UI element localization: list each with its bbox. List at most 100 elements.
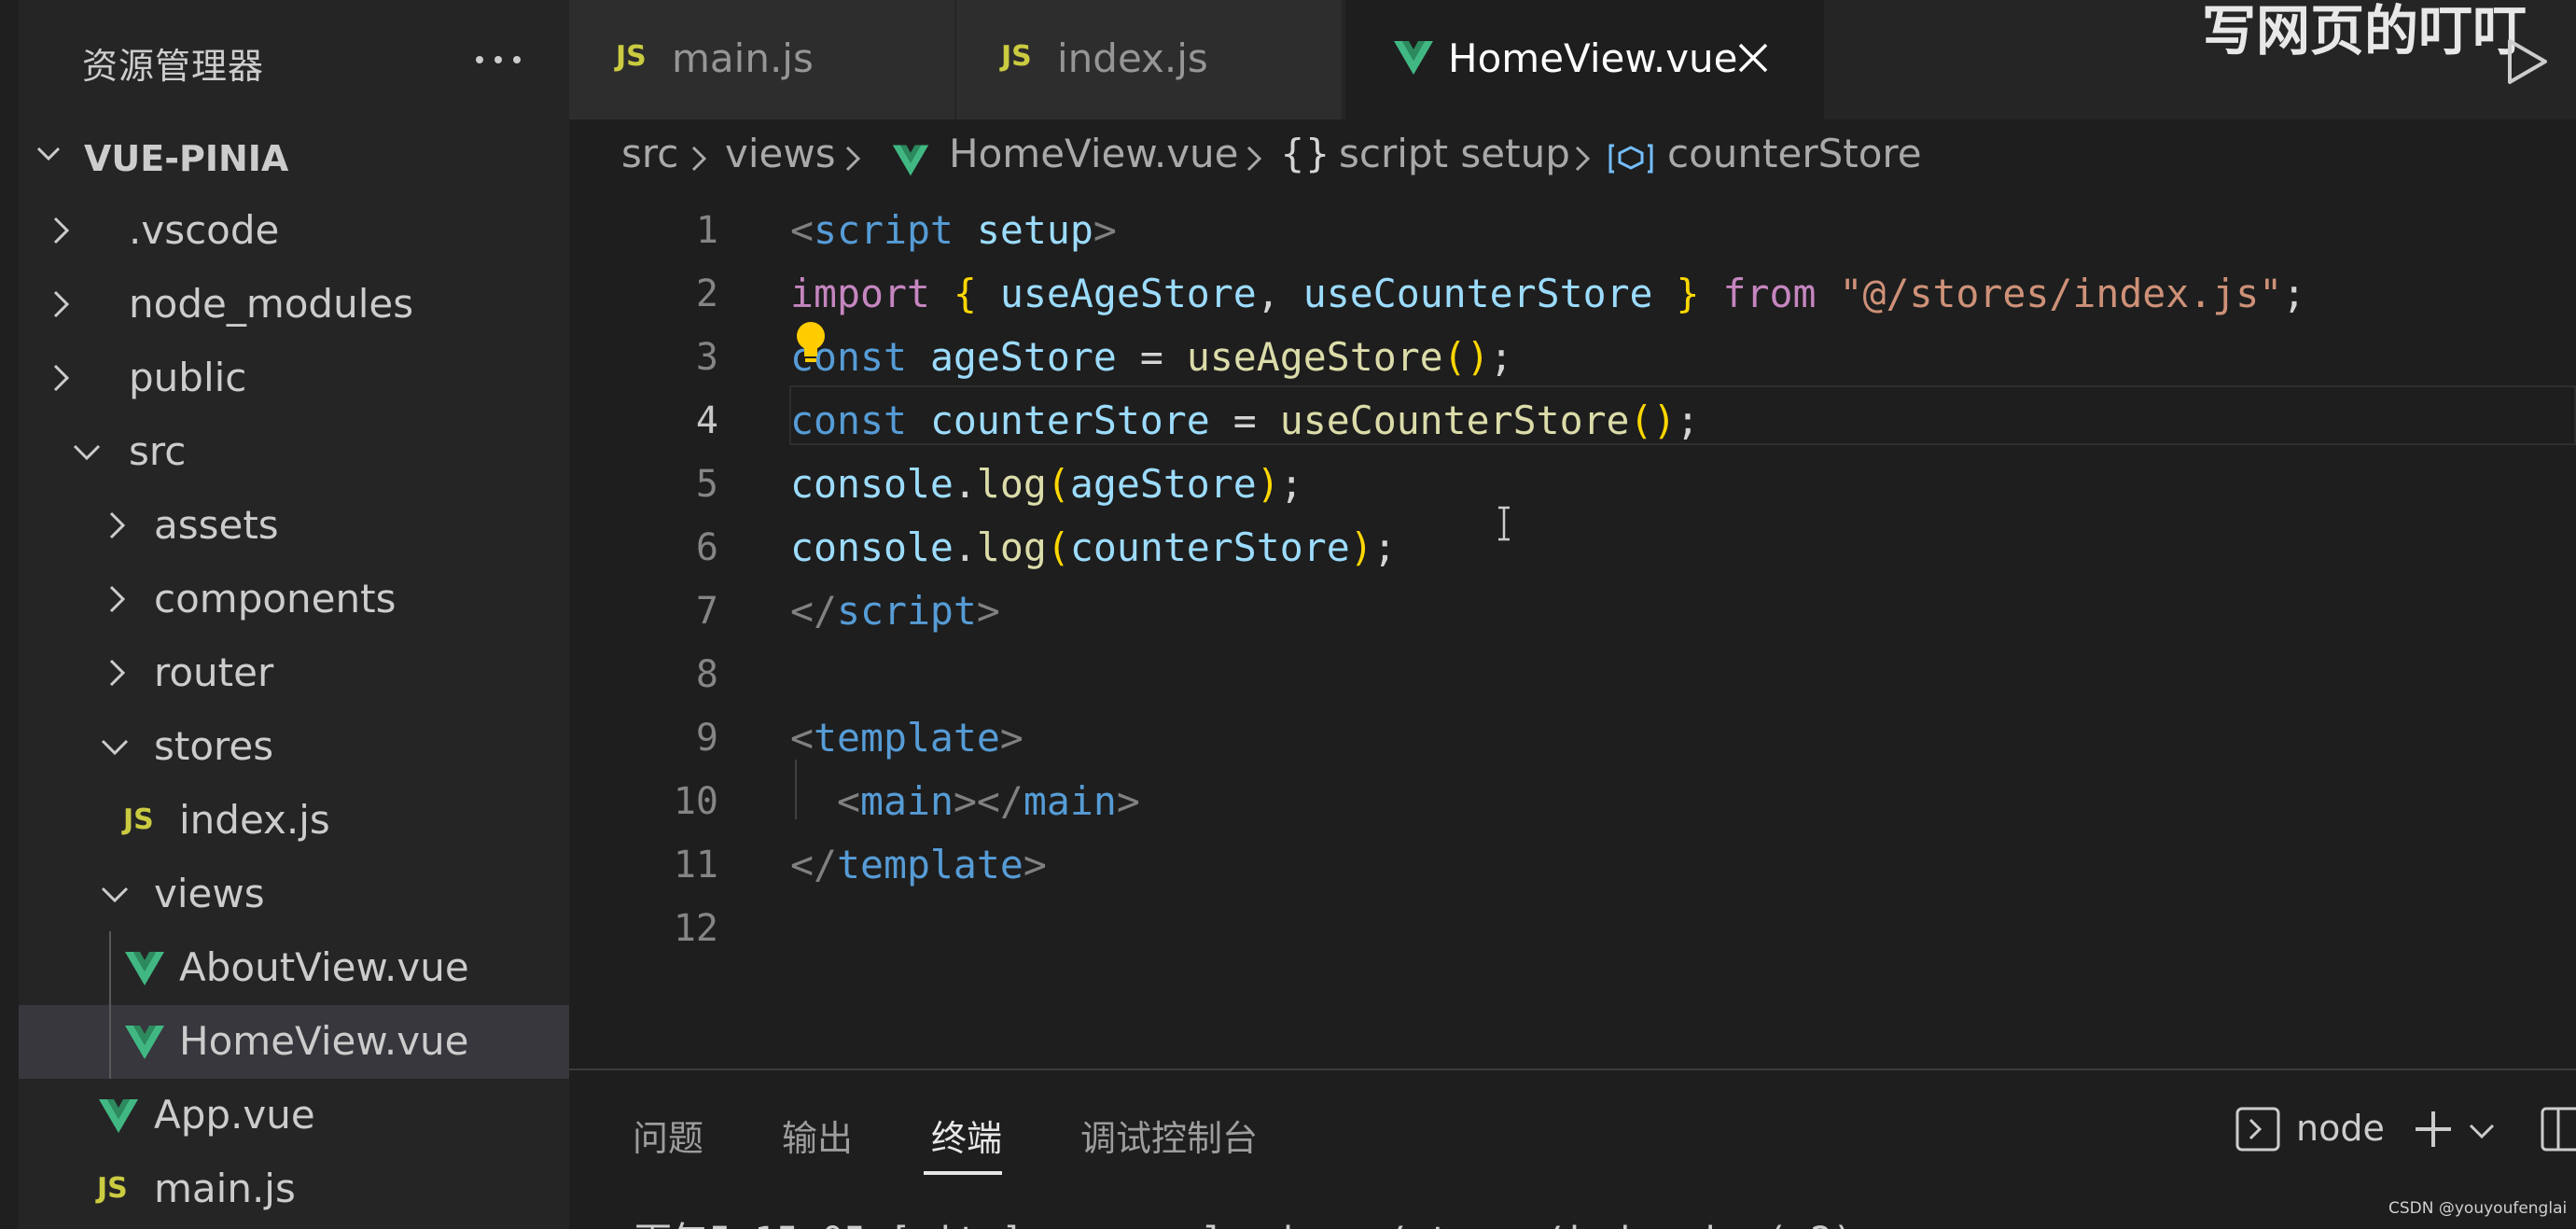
watermark: 写网页的叮叮: [2202, 0, 2527, 63]
explorer-sidebar: 资源管理器 VUE-PINIA .vscode node_modules pub…: [0, 0, 569, 1229]
breadcrumb-item-counterstore[interactable]: counterStore: [1667, 131, 1922, 176]
text-cursor-icon: [1498, 506, 1510, 541]
tree-item-label: node_modules: [129, 281, 414, 327]
lightbulb-icon[interactable]: [791, 319, 830, 368]
tree-item-label: App.vue: [154, 1092, 315, 1138]
chevron-down-icon: [36, 147, 61, 161]
vue-file-icon: [99, 1099, 138, 1133]
tree-item-label: src: [129, 428, 187, 474]
code-line-5: console.log(ageStore);: [790, 461, 1303, 507]
vue-file-icon: [892, 145, 929, 176]
chevron-right-icon: [691, 146, 707, 172]
tab-index-js[interactable]: JS index.js: [956, 0, 1344, 119]
line-number: 8: [695, 653, 718, 696]
tab-label: index.js: [1057, 35, 1208, 81]
plus-icon[interactable]: [2412, 1108, 2455, 1151]
line-number: 3: [695, 336, 718, 379]
variable-icon: [1608, 144, 1653, 174]
code-line-7: </script>: [790, 588, 1000, 634]
tree-item-main-js[interactable]: JS main.js: [19, 1152, 569, 1226]
tree-item-views[interactable]: views: [19, 858, 569, 931]
explorer-title: 资源管理器: [82, 46, 265, 87]
breadcrumb-item-script-setup[interactable]: script setup: [1339, 131, 1570, 176]
tab-terminal[interactable]: 终端: [931, 1110, 1002, 1161]
tree-item-app-vue[interactable]: App.vue: [19, 1079, 569, 1152]
tab-main-js[interactable]: JS main.js: [569, 0, 956, 119]
chevron-down-icon[interactable]: [2468, 1121, 2496, 1141]
tree-item-assets[interactable]: assets: [19, 489, 569, 563]
tree-item-index-js[interactable]: JS index.js: [19, 784, 569, 858]
breadcrumb-item-src[interactable]: src: [621, 131, 678, 176]
tree-item-label: views: [154, 871, 265, 916]
line-number: 7: [695, 590, 718, 633]
chevron-right-icon: [53, 290, 70, 318]
tab-debug-console[interactable]: 调试控制台: [1080, 1110, 1258, 1161]
line-number: 1: [695, 209, 718, 252]
explorer-header: 资源管理器: [19, 0, 569, 121]
tab-problems[interactable]: 问题: [633, 1110, 703, 1161]
credit-watermark: CSDN @youyoufenglai: [2388, 1199, 2568, 1218]
tree-item-label: public: [129, 355, 247, 400]
braces-icon: {}: [1280, 131, 1330, 176]
chevron-right-icon: [1575, 146, 1591, 172]
chevron-right-icon: [1246, 146, 1262, 172]
tree-item-stores[interactable]: stores: [19, 710, 569, 784]
vue-file-icon: [1394, 41, 1433, 75]
chevron-right-icon: [53, 216, 70, 244]
bottom-panel: 问题 输出 终端 调试控制台 node 下午5:15:05 [vite] pag…: [569, 1068, 2576, 1229]
breadcrumb: src views HomeView.vue {} script setup c…: [569, 119, 2576, 196]
tree-item-label: stores: [154, 723, 274, 769]
tab-label: main.js: [672, 35, 814, 81]
tree-item-homeview-vue[interactable]: HomeView.vue: [19, 1005, 569, 1079]
tab-label: HomeView.vue: [1448, 35, 1738, 81]
code-line-10: <main></main>: [836, 778, 1140, 824]
code-line-4: const counterStore = useCounterStore();: [790, 398, 1700, 443]
tree-item-label: assets: [154, 502, 279, 548]
breadcrumb-item-file[interactable]: HomeView.vue: [949, 131, 1239, 176]
line-number: 6: [695, 526, 718, 569]
tree-item-node-modules[interactable]: node_modules: [19, 268, 569, 342]
js-file-icon: JS: [123, 803, 154, 836]
line-number: 2: [695, 272, 718, 315]
tree-item-label: .vscode: [129, 207, 280, 253]
tab-output[interactable]: 输出: [782, 1110, 853, 1161]
tree-item-vscode[interactable]: .vscode: [19, 194, 569, 268]
chevron-right-icon: [109, 585, 126, 613]
line-number: 11: [673, 844, 718, 887]
js-file-icon: JS: [97, 1172, 128, 1205]
more-actions-icon[interactable]: [466, 26, 532, 82]
close-icon[interactable]: [1733, 37, 1774, 78]
code-editor[interactable]: 1 2 3 4 5 6 7 8 9 10 11 12 <script setup…: [569, 196, 2576, 1068]
tree-item-label: HomeView.vue: [179, 1018, 469, 1064]
code-line-2: import { useAgeStore, useCounterStore } …: [790, 271, 2306, 316]
tab-homeview-vue[interactable]: HomeView.vue: [1345, 0, 1826, 119]
tree-item-label: components: [154, 576, 397, 621]
code-line-11: </template>: [790, 842, 1047, 887]
split-terminal-icon[interactable]: [2540, 1106, 2576, 1152]
code-line-1: <script setup>: [790, 207, 1117, 253]
chevron-down-icon: [101, 887, 129, 903]
chevron-right-icon: [109, 659, 126, 687]
chevron-down-icon: [101, 739, 129, 756]
active-tab-indicator: [924, 1171, 1002, 1175]
tree-item-router[interactable]: router: [19, 636, 569, 710]
tree-item-label: main.js: [154, 1166, 296, 1211]
terminal-icon: [2235, 1107, 2280, 1152]
terminal-kind-label: node: [2296, 1108, 2385, 1149]
chevron-down-icon: [73, 444, 101, 461]
project-root[interactable]: VUE-PINIA: [19, 121, 569, 196]
project-name: VUE-PINIA: [84, 138, 289, 179]
chevron-right-icon: [53, 364, 70, 392]
tree-item-components[interactable]: components: [19, 563, 569, 636]
chevron-right-icon: [845, 146, 861, 172]
code-line-6: console.log(counterStore);: [790, 524, 1397, 570]
line-number: 5: [695, 463, 718, 506]
line-number: 4: [695, 399, 718, 442]
tree-item-src[interactable]: src: [19, 415, 569, 489]
tree-item-public[interactable]: public: [19, 342, 569, 415]
vue-file-icon: [125, 952, 164, 985]
breadcrumb-item-views[interactable]: views: [725, 131, 836, 176]
run-icon[interactable]: [2500, 35, 2553, 88]
chevron-right-icon: [109, 511, 126, 539]
tree-item-aboutview-vue[interactable]: AboutView.vue: [19, 931, 569, 1005]
